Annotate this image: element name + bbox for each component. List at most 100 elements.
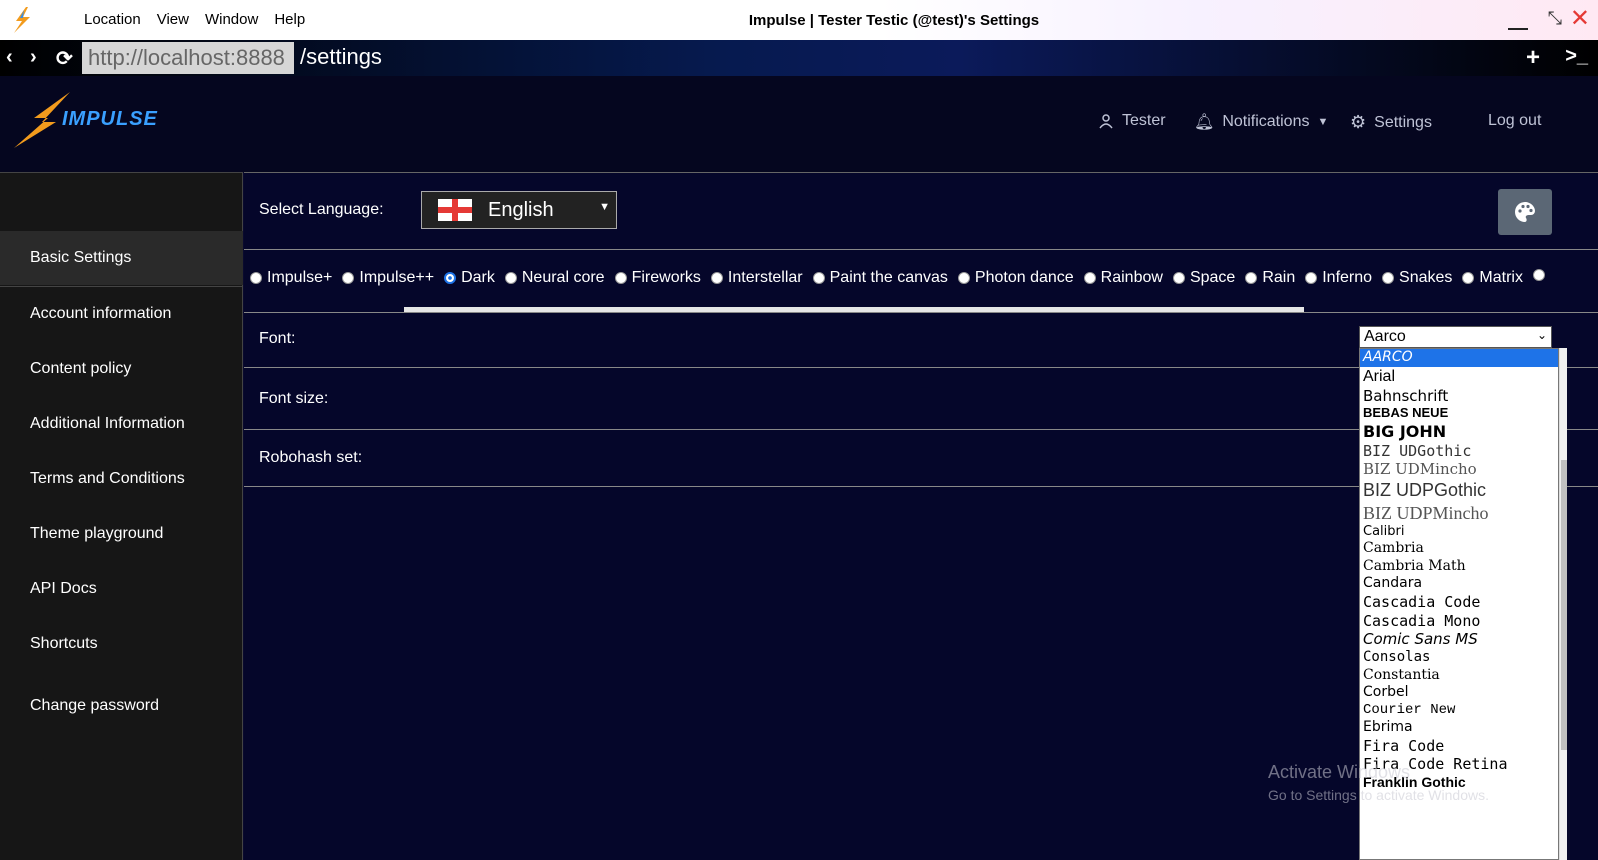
theme-option[interactable]: Impulse++ <box>342 269 434 287</box>
font-option[interactable]: Bahnschrift <box>1360 387 1558 406</box>
sidebar-item-content-policy[interactable]: Content policy <box>0 342 243 396</box>
font-option[interactable]: Candara <box>1360 575 1558 593</box>
radio-button[interactable] <box>1462 272 1475 284</box>
radio-button[interactable] <box>812 272 825 284</box>
radio-button[interactable] <box>957 272 970 284</box>
font-option[interactable]: Cambria <box>1360 540 1558 558</box>
user-name: Tester <box>1122 112 1166 129</box>
font-option[interactable]: Fira Code <box>1360 737 1558 756</box>
radio-button[interactable] <box>1245 272 1258 284</box>
sidebar-item-shortcuts[interactable]: Shortcuts <box>0 617 243 671</box>
dropdown-scrollbar[interactable] <box>1559 348 1567 860</box>
radio-button[interactable] <box>1083 272 1096 284</box>
font-select-value: Aarco <box>1364 328 1406 345</box>
app-header: IMPULSE Tester 🔔︎ Notifications ▼ ⚙ Sett… <box>0 76 1598 172</box>
minimize-icon[interactable] <box>1508 28 1528 30</box>
settings-link[interactable]: ⚙ Settings <box>1350 112 1432 133</box>
sidebar-item-basic-settings[interactable]: Basic Settings <box>0 231 243 285</box>
close-icon[interactable]: ✕ <box>1570 4 1590 33</box>
font-option[interactable]: BIZ UDMincho <box>1360 460 1558 479</box>
font-option[interactable]: Comic Sans MS <box>1360 630 1558 649</box>
theme-option[interactable]: Matrix <box>1462 269 1523 287</box>
url-origin[interactable]: http://localhost:8888 <box>82 42 294 74</box>
window-titlebar: Location View Window Help Impulse | Test… <box>0 0 1598 40</box>
theme-option[interactable]: Neural core <box>504 269 605 287</box>
sidebar-item-account-information[interactable]: Account information <box>0 287 243 341</box>
settings-label: Settings <box>1374 113 1432 131</box>
theme-radio-group: Impulse+ Impulse++ Dark Neural core Fire… <box>250 269 1545 287</box>
font-option[interactable]: BIZ UDPGothic <box>1360 479 1558 502</box>
radio-button-checked[interactable] <box>444 272 457 284</box>
logout-label: Log out <box>1488 112 1542 129</box>
plus-icon[interactable]: + <box>1526 44 1540 72</box>
chevron-down-icon: ⌄ <box>1536 328 1547 342</box>
language-value: English <box>488 198 554 221</box>
sidebar-item-change-password[interactable]: Change password <box>0 679 243 733</box>
terminal-icon[interactable]: >_ <box>1565 45 1588 68</box>
font-option[interactable]: AARCO <box>1360 349 1558 367</box>
language-select[interactable]: English ▼ <box>421 191 617 229</box>
sidebar-item-terms[interactable]: Terms and Conditions <box>0 452 243 506</box>
theme-option[interactable]: Rain <box>1245 269 1295 287</box>
radio-button[interactable] <box>1305 272 1318 284</box>
radio-button[interactable] <box>614 272 627 284</box>
radio-button[interactable] <box>250 272 262 284</box>
font-option[interactable]: Calibri <box>1360 524 1558 540</box>
radio-button[interactable] <box>1172 272 1185 284</box>
font-option[interactable]: Arial <box>1360 367 1558 387</box>
url-path[interactable]: /settings <box>300 44 382 70</box>
gear-icon: ⚙ <box>1350 112 1367 132</box>
forward-icon[interactable]: › <box>30 46 37 69</box>
watermark-title: Activate Windows <box>1268 762 1411 782</box>
font-option[interactable]: BIZ UDGothic <box>1360 442 1558 461</box>
activate-windows-watermark: Activate Windows Go to Settings to activ… <box>1268 762 1489 803</box>
theme-option[interactable]: Dark <box>444 269 495 287</box>
theme-palette-button[interactable] <box>1498 189 1552 235</box>
theme-option[interactable]: Space <box>1172 269 1235 287</box>
restore-icon[interactable]: ⤡ <box>1548 8 1562 29</box>
radio-button[interactable] <box>1382 272 1395 284</box>
theme-option[interactable]: Rainbow <box>1083 269 1163 287</box>
font-option[interactable]: Cascadia Mono <box>1360 612 1558 631</box>
theme-option[interactable]: Photon dance <box>957 269 1074 287</box>
notifications-label: Notifications <box>1222 113 1310 130</box>
font-option[interactable]: BIZ UDPMincho <box>1360 502 1558 525</box>
radio-button[interactable] <box>504 272 517 284</box>
sidebar-item-theme-playground[interactable]: Theme playground <box>0 507 243 561</box>
theme-option[interactable]: Inferno <box>1305 269 1372 287</box>
sidebar-item-api-docs[interactable]: API Docs <box>0 562 243 616</box>
theme-option[interactable]: Fireworks <box>614 269 701 287</box>
back-icon[interactable]: ‹ <box>6 46 13 69</box>
font-option[interactable]: Cascadia Code <box>1360 593 1558 612</box>
radio-button[interactable] <box>710 272 723 284</box>
notifications-dropdown[interactable]: 🔔︎ Notifications ▼ <box>1194 112 1328 132</box>
palette-icon <box>1515 202 1535 222</box>
theme-option[interactable]: Paint the canvas <box>812 269 948 287</box>
radio-button[interactable] <box>342 272 355 284</box>
scrollbar-thumb[interactable] <box>1561 460 1567 750</box>
font-option[interactable]: Consolas <box>1360 649 1558 667</box>
theme-option[interactable]: Snakes <box>1382 269 1452 287</box>
user-link[interactable]: Tester <box>1098 112 1166 130</box>
font-option[interactable]: Ebrima <box>1360 719 1558 737</box>
impulse-logo[interactable]: IMPULSE <box>14 92 174 148</box>
radio-button[interactable] <box>1532 269 1545 281</box>
font-option[interactable]: Constantia <box>1360 667 1558 685</box>
theme-option[interactable]: Interstellar <box>710 269 803 287</box>
font-option[interactable]: BEBAS NEUE <box>1360 405 1558 421</box>
font-option[interactable]: Corbel <box>1360 684 1558 702</box>
bell-icon: 🔔︎ <box>1194 114 1215 131</box>
watermark-subtitle: Go to Settings to activate Windows. <box>1268 787 1489 803</box>
england-flag-icon <box>438 199 472 221</box>
settings-sidebar: Basic Settings Account information Conte… <box>0 172 243 860</box>
theme-option[interactable]: Impulse+ <box>250 269 332 287</box>
reload-icon[interactable]: ⟳ <box>56 46 73 71</box>
font-option[interactable]: BIG JOHN <box>1360 422 1558 442</box>
font-option[interactable]: Courier New <box>1360 702 1558 720</box>
language-label: Select Language: <box>259 201 384 218</box>
sidebar-item-additional-information[interactable]: Additional Information <box>0 397 243 451</box>
font-select[interactable]: Aarco ⌄ <box>1359 326 1552 348</box>
logout-link[interactable]: Log out <box>1488 112 1541 130</box>
font-option[interactable]: Cambria Math <box>1360 558 1558 576</box>
robohash-label: Robohash set: <box>259 449 363 466</box>
